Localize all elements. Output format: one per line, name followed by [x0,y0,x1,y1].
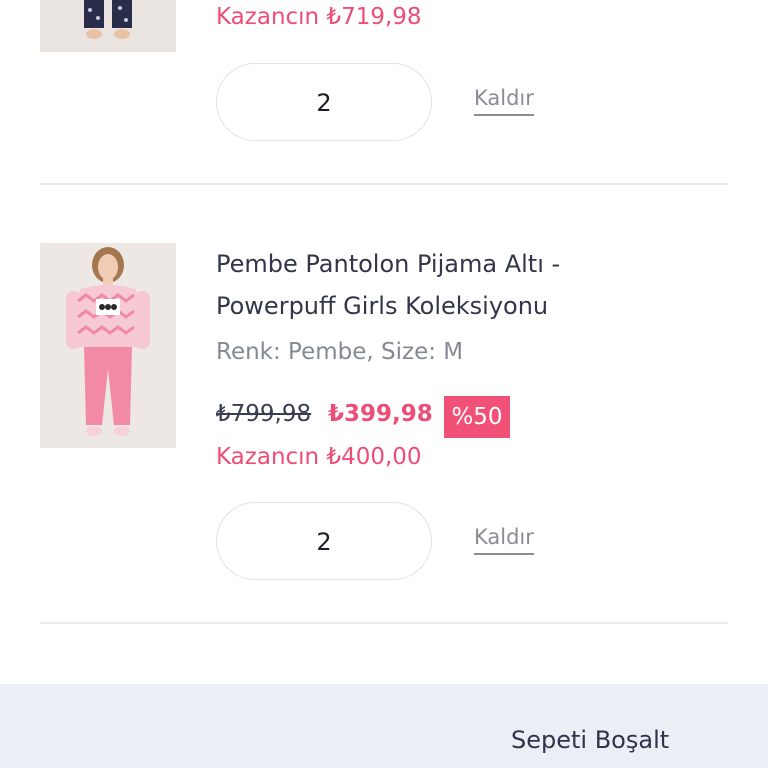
product-photo-pajama-navy [40,0,176,52]
savings-text: Kazancın ₺719,98 [216,4,422,30]
product-photo-pink-pajama [40,243,176,448]
clear-cart-button[interactable]: Sepeti Boşalt [511,726,669,754]
product-variant: Renk: Pembe, Size: M [216,339,464,365]
product-image[interactable] [40,0,176,52]
quantity-field[interactable]: 2 [216,502,432,580]
new-price: ₺399,98 [328,401,433,427]
product-title-line: Pembe Pantolon Pijama Altı - [216,250,561,278]
discount-badge: %50 [444,396,510,438]
cart-item: Kazancın ₺719,98 2 Kaldır [0,0,768,185]
product-title-line: Powerpuff Girls Koleksiyonu [216,292,549,320]
product-image[interactable] [40,243,176,448]
divider [40,622,728,624]
remove-button[interactable]: Kaldır [474,86,534,116]
old-price: ₺799,98 [216,401,312,427]
savings-text: Kazancın ₺400,00 [216,444,422,470]
product-title[interactable]: Pembe Pantolon Pijama Altı - Powerpuff G… [216,243,596,327]
cart-footer: Sepeti Boşalt [0,684,768,768]
remove-button[interactable]: Kaldır [474,525,534,555]
quantity-field[interactable]: 2 [216,63,432,141]
cart-item: Pembe Pantolon Pijama Altı - Powerpuff G… [0,185,768,625]
